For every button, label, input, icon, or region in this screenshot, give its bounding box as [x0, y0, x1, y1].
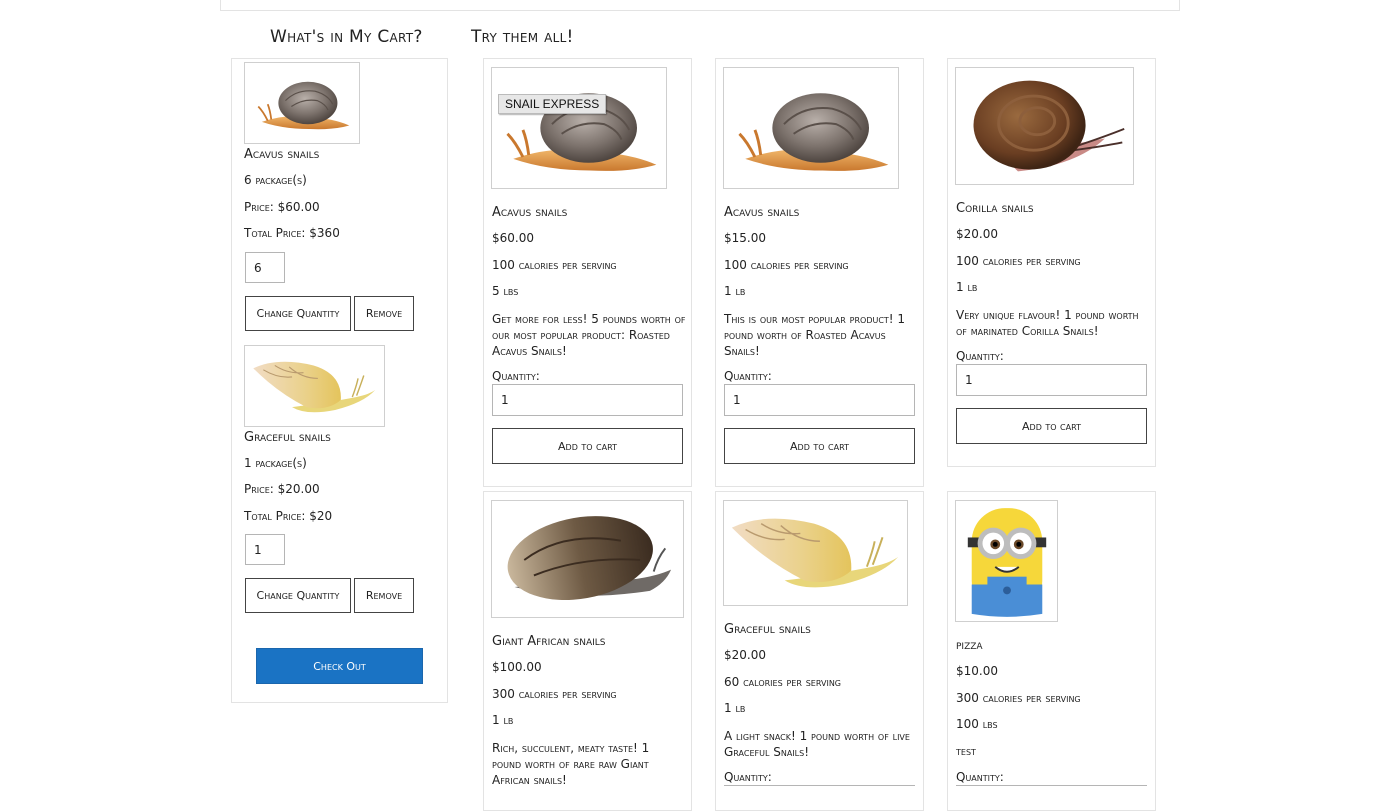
product-calories: 300 calories per serving: [956, 691, 1081, 705]
add-to-cart-button[interactable]: Add to cart: [956, 408, 1147, 444]
product-name: Acavus snails: [724, 205, 800, 220]
product-price: $60.00: [492, 231, 534, 245]
product-weight: 1 lb: [956, 280, 978, 294]
cart-item-image: [244, 345, 385, 427]
product-description: test: [956, 744, 976, 758]
quantity-label: Quantity:: [492, 369, 540, 383]
cart-item-price: Price: $20.00: [244, 482, 320, 496]
acavus-snail-image: [725, 70, 897, 186]
add-to-cart-button[interactable]: Add to cart: [492, 428, 683, 464]
product-price: $20.00: [724, 648, 766, 662]
cart-item-name: Graceful snails: [244, 430, 331, 445]
product-calories: 300 calories per serving: [492, 687, 617, 701]
acavus-snail-image: [250, 67, 354, 139]
quantity-label: Quantity:: [724, 770, 772, 784]
product-quantity-input[interactable]: [492, 384, 683, 416]
change-quantity-button[interactable]: Change Quantity: [245, 578, 351, 613]
product-image: SNAIL EXPRESS: [491, 67, 667, 189]
cart-item-total: Total Price: $360: [244, 226, 340, 240]
product-price: $10.00: [956, 664, 998, 678]
product-description: A light snack! 1 pound worth of live Gra…: [724, 729, 910, 759]
product-price: $100.00: [492, 660, 542, 674]
change-quantity-button[interactable]: Change Quantity: [245, 296, 351, 331]
graceful-snail-image: [249, 349, 381, 425]
top-bar: [220, 0, 1180, 11]
cart-item-image: [244, 62, 360, 144]
catalog-heading: Try them all!: [471, 27, 574, 47]
product-name: Acavus snails: [492, 205, 568, 220]
product-calories: 100 calories per serving: [724, 258, 849, 272]
product-description: Very unique flavour! 1 pound worth of ma…: [956, 308, 1139, 338]
remove-button[interactable]: Remove: [354, 578, 414, 613]
checkout-button[interactable]: Check Out: [256, 648, 423, 684]
acavus-snail-image: [493, 70, 665, 186]
remove-button[interactable]: Remove: [354, 296, 414, 331]
product-name: Corilla snails: [956, 201, 1034, 216]
cart-heading: What's in My Cart?: [270, 27, 423, 47]
product-image: [955, 500, 1058, 622]
product-card: Graceful snails $20.00 60 calories per s…: [715, 491, 924, 811]
cart-panel: Acavus snails 6 package(s) Price: $60.00…: [231, 58, 448, 703]
cart-item-price: Price: $60.00: [244, 200, 320, 214]
product-card: SNAIL EXPRESS Acavus snails $60.00 100 c…: [483, 58, 692, 487]
product-card: Corilla snails $20.00 100 calories per s…: [947, 58, 1156, 467]
quantity-label: Quantity:: [724, 369, 772, 383]
product-image: [491, 500, 684, 618]
product-image: [723, 67, 899, 189]
product-name: Giant African snails: [492, 634, 606, 649]
cart-item-packages: 6 package(s): [244, 173, 307, 187]
product-description: Rich, succulent, meaty taste! 1 pound wo…: [492, 741, 650, 787]
quantity-label: Quantity:: [956, 770, 1004, 784]
cart-item-name: Acavus snails: [244, 147, 320, 162]
cart-quantity-input[interactable]: [245, 534, 285, 565]
product-weight: 5 lbs: [492, 284, 519, 298]
product-card: Acavus snails $15.00 100 calories per se…: [715, 58, 924, 487]
giant-african-snail-image: [493, 502, 683, 616]
product-calories: 60 calories per serving: [724, 675, 841, 689]
product-calories: 100 calories per serving: [956, 254, 1081, 268]
snail-express-badge: SNAIL EXPRESS: [498, 94, 607, 114]
product-card: Giant African snails $100.00 300 calorie…: [483, 491, 692, 811]
product-quantity-input[interactable]: [724, 384, 915, 416]
product-weight: 1 lb: [492, 713, 514, 727]
graceful-snail-image: [726, 502, 906, 604]
product-weight: 1 lb: [724, 284, 746, 298]
product-card: pizza $10.00 300 calories per serving 10…: [947, 491, 1156, 811]
product-calories: 100 calories per serving: [492, 258, 617, 272]
quantity-label: Quantity:: [956, 349, 1004, 363]
cart-item-total: Total Price: $20: [244, 509, 333, 523]
product-name: pizza: [956, 638, 983, 653]
product-weight: 1 lb: [724, 701, 746, 715]
product-weight: 100 lbs: [956, 717, 998, 731]
product-description: Get more for less! 5 pounds worth of our…: [492, 312, 686, 358]
product-price: $20.00: [956, 227, 998, 241]
product-image: [723, 500, 908, 606]
cart-item-packages: 1 package(s): [244, 456, 307, 470]
cart-quantity-input[interactable]: [245, 252, 285, 283]
minion-image: [958, 502, 1056, 620]
corilla-snail-image: [957, 69, 1133, 183]
product-price: $15.00: [724, 231, 766, 245]
product-name: Graceful snails: [724, 622, 811, 637]
product-quantity-input[interactable]: [956, 364, 1147, 396]
product-image: [955, 67, 1134, 185]
product-description: This is our most popular product! 1 poun…: [724, 312, 906, 358]
add-to-cart-button[interactable]: Add to cart: [724, 428, 915, 464]
